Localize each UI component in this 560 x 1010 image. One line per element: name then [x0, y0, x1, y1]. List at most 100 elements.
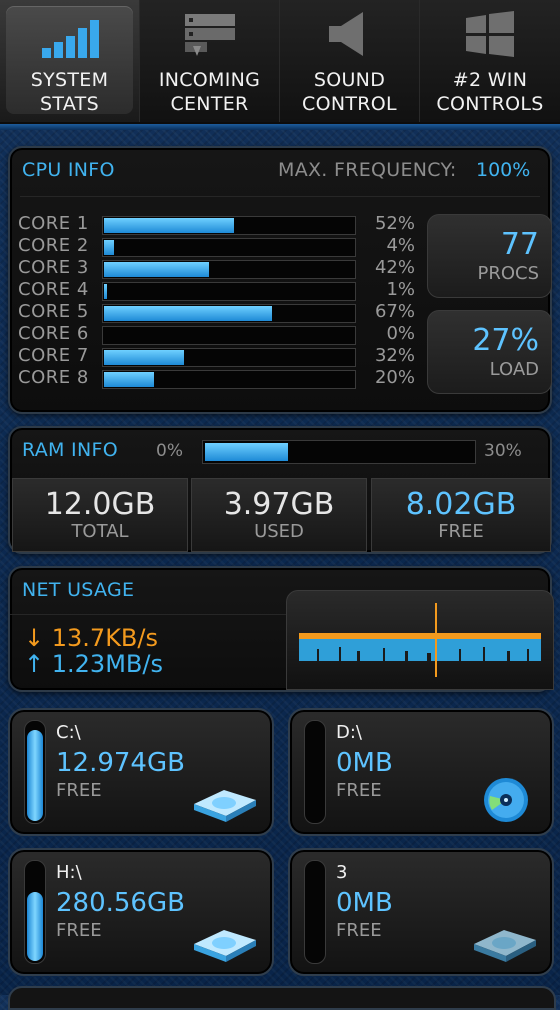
upload-rate-value: 1.23MB/s — [51, 650, 163, 678]
drive-free-value: 0MB — [336, 888, 393, 918]
load-box: 27% LOAD — [427, 310, 552, 394]
drive-free-value: 12.974GB — [56, 748, 185, 778]
network-graph — [286, 590, 554, 690]
load-value: 27% — [472, 323, 539, 358]
drive-free-label: FREE — [56, 780, 102, 801]
tab-label: SOUND CONTROL — [302, 69, 397, 115]
drive-name: D:\ — [336, 722, 362, 743]
tab-win-controls[interactable]: #2 WIN CONTROLS — [420, 0, 560, 122]
core-row: CORE 1 52% — [18, 213, 418, 235]
procs-label: PROCS — [477, 263, 539, 284]
tab-label: INCOMING CENTER — [158, 69, 261, 115]
drive-gauge — [304, 860, 326, 964]
max-frequency-value: 100% — [476, 159, 531, 181]
core-usage-bar — [102, 216, 356, 235]
net-header-divider — [10, 614, 286, 615]
ram-free-value: 8.02GB — [405, 487, 517, 522]
tab-label: SYSTEM STATS — [30, 69, 109, 115]
tab-incoming-center[interactable]: INCOMING CENTER — [140, 0, 280, 122]
ram-used-cell: 3.97GB USED — [191, 478, 367, 552]
core-usage-fill — [104, 262, 209, 277]
drive-name: 3 — [336, 862, 348, 883]
core-row: CORE 2 4% — [18, 235, 418, 257]
drive-card-h[interactable]: H:\ 280.56GB FREE — [8, 848, 274, 976]
ram-free-label: FREE — [438, 521, 484, 542]
ram-total-label: TOTAL — [71, 521, 129, 542]
top-navigation: SYSTEM STATS INCOMING CENTER SOUND CONTR… — [0, 0, 560, 124]
drive-gauge — [24, 860, 46, 964]
core-usage-bar — [102, 348, 356, 367]
windows-logo-icon — [420, 11, 560, 58]
drive-gauge — [24, 720, 46, 824]
tab-system-stats[interactable]: SYSTEM STATS — [0, 0, 140, 122]
core-name: CORE 2 — [18, 235, 89, 256]
network-graph-plot — [299, 603, 541, 677]
core-usage-percent: 1% — [386, 279, 415, 300]
upload-arrow-icon: ↑ — [24, 650, 45, 678]
core-usage-bar — [102, 370, 356, 389]
cpu-header-divider — [20, 196, 540, 197]
cpu-info-title: CPU INFO — [22, 159, 115, 181]
ram-used-label: USED — [254, 521, 304, 542]
core-usage-fill — [104, 306, 272, 321]
download-trace — [299, 633, 541, 639]
core-usage-percent: 0% — [386, 323, 415, 344]
core-name: CORE 4 — [18, 279, 89, 300]
download-spike — [435, 603, 437, 677]
core-usage-bar — [102, 326, 356, 345]
core-usage-fill — [104, 218, 234, 233]
core-row: CORE 4 1% — [18, 279, 418, 301]
download-arrow-icon: ↓ — [24, 624, 45, 652]
core-name: CORE 3 — [18, 257, 89, 278]
upload-rate: ↑ 1.23MB/s — [24, 650, 163, 678]
drive-free-label: FREE — [56, 920, 102, 941]
net-usage-title: NET USAGE — [22, 579, 135, 601]
signal-bars-icon — [0, 12, 139, 58]
core-usage-percent: 67% — [374, 301, 415, 322]
ram-free-cell: 8.02GB FREE — [371, 478, 551, 552]
drive-name: H:\ — [56, 862, 82, 883]
tab-label: #2 WIN CONTROLS — [436, 69, 544, 115]
hard-drive-icon — [470, 922, 540, 966]
ram-total-cell: 12.0GB TOTAL — [12, 478, 188, 552]
ram-min-label: 0% — [156, 441, 183, 461]
nav-divider — [0, 124, 560, 130]
drive-card-3[interactable]: 3 0MB FREE — [288, 848, 554, 976]
ram-used-value: 3.97GB — [223, 487, 335, 522]
core-usage-percent: 42% — [374, 257, 415, 278]
core-row: CORE 3 42% — [18, 257, 418, 279]
max-frequency-label: MAX. FREQUENCY: — [278, 159, 457, 181]
core-row: CORE 8 20% — [18, 367, 418, 389]
upload-trace — [299, 639, 541, 661]
cd-disc-icon — [482, 776, 530, 828]
speaker-icon — [280, 12, 419, 58]
server-icon — [140, 12, 279, 58]
core-usage-percent: 20% — [374, 367, 415, 388]
drive-card-c[interactable]: C:\ 12.974GB FREE — [8, 708, 274, 836]
procs-box: 77 PROCS — [427, 214, 552, 298]
drive-name: C:\ — [56, 722, 81, 743]
load-label: LOAD — [489, 359, 539, 380]
core-usage-bar — [102, 282, 356, 301]
drive-free-value: 280.56GB — [56, 888, 185, 918]
drive-free-value: 0MB — [336, 748, 393, 778]
core-row: CORE 6 0% — [18, 323, 418, 345]
download-rate-value: 13.7KB/s — [51, 624, 158, 652]
ram-usage-fill — [205, 443, 288, 461]
core-usage-fill — [104, 240, 114, 255]
core-usage-percent: 52% — [374, 213, 415, 234]
drive-gauge-fill — [27, 892, 43, 961]
core-row: CORE 5 67% — [18, 301, 418, 323]
ram-info-title: RAM INFO — [22, 439, 118, 461]
core-usage-bar — [102, 260, 356, 279]
core-name: CORE 5 — [18, 301, 89, 322]
drive-gauge-fill — [27, 730, 43, 821]
ram-max-label: 30% — [484, 441, 522, 461]
core-usage-fill — [104, 284, 107, 299]
core-usage-percent: 32% — [374, 345, 415, 366]
drive-card-d[interactable]: D:\ 0MB FREE — [288, 708, 554, 836]
hard-drive-icon — [190, 922, 260, 966]
tab-sound-control[interactable]: SOUND CONTROL — [280, 0, 420, 122]
core-usage-bar — [102, 238, 356, 257]
core-usage-bar — [102, 304, 356, 323]
